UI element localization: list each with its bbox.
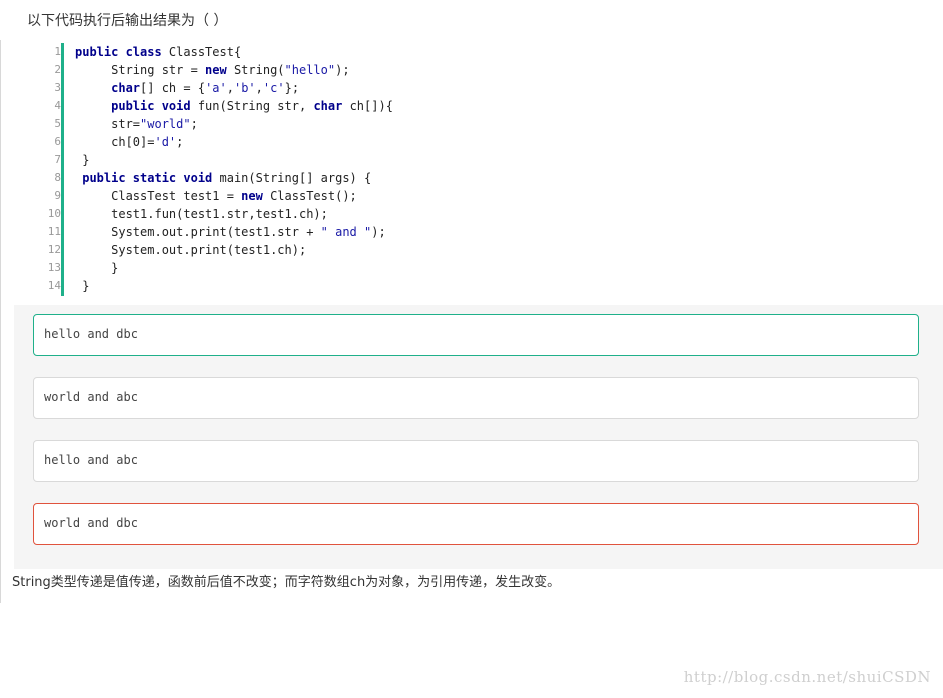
code-line: str="world"; [75, 117, 198, 131]
option-label: hello and abc [44, 453, 138, 467]
code-line: System.out.print(test1.str + " and "); [75, 225, 386, 239]
option-label: world and dbc [44, 516, 138, 530]
option-b[interactable]: world and abc [33, 377, 919, 419]
code-line: public class ClassTest{ [75, 45, 242, 59]
code-line: ch[0]='d'; [75, 135, 184, 149]
line-number: 12 [47, 243, 61, 256]
line-number: 1 [54, 45, 61, 58]
code-line: public static void main(String[] args) { [82, 171, 372, 185]
code-line: } [75, 261, 119, 275]
code-lines: public class ClassTest{ String str = new… [75, 43, 393, 295]
line-number: 14 [47, 279, 61, 292]
code-line: } [75, 153, 90, 167]
code-line: test1.fun(test1.str,test1.ch); [75, 207, 328, 221]
option-c[interactable]: hello and abc [33, 440, 919, 482]
line-number: 6 [54, 135, 61, 148]
option-a[interactable]: hello and dbc [33, 314, 919, 356]
answer-explanation: String类型传递是值传递，函数前后值不改变；而字符数组ch为对象，为引用传递… [12, 575, 561, 590]
line-number: 8 [54, 171, 61, 184]
line-number: 9 [54, 189, 61, 202]
watermark: http://blog.csdn.net/shuiCSDN [683, 668, 931, 686]
options-panel: hello and dbc world and abc hello and ab… [14, 305, 943, 569]
line-number: 3 [54, 81, 61, 94]
option-label: world and abc [44, 390, 138, 404]
code-block: 1 2 3 4 5 6 7 8 9 10 11 12 13 14 public … [33, 43, 913, 296]
line-number: 5 [54, 117, 61, 130]
option-d[interactable]: world and dbc [33, 503, 919, 545]
line-number: 13 [47, 261, 61, 274]
line-number: 10 [47, 207, 61, 220]
line-number: 11 [47, 225, 61, 238]
code-line: String str = new String("hello"); [75, 63, 350, 77]
line-number: 2 [54, 63, 61, 76]
line-number: 7 [54, 153, 61, 166]
left-divider [0, 40, 1, 603]
line-number: 4 [54, 99, 61, 112]
code-line: char[] ch = {'a','b','c'}; [111, 81, 300, 95]
code-line: public void fun(String str, char ch[]){ [111, 99, 393, 113]
code-line: } [75, 279, 90, 293]
option-label: hello and dbc [44, 327, 138, 341]
code-line: System.out.print(test1.ch); [75, 243, 307, 257]
question-title: 以下代码执行后输出结果为（ ） [27, 13, 228, 29]
line-number-gutter: 1 2 3 4 5 6 7 8 9 10 11 12 13 14 [33, 43, 61, 295]
code-line: ClassTest test1 = new ClassTest(); [75, 189, 357, 203]
code-left-border [61, 43, 64, 296]
